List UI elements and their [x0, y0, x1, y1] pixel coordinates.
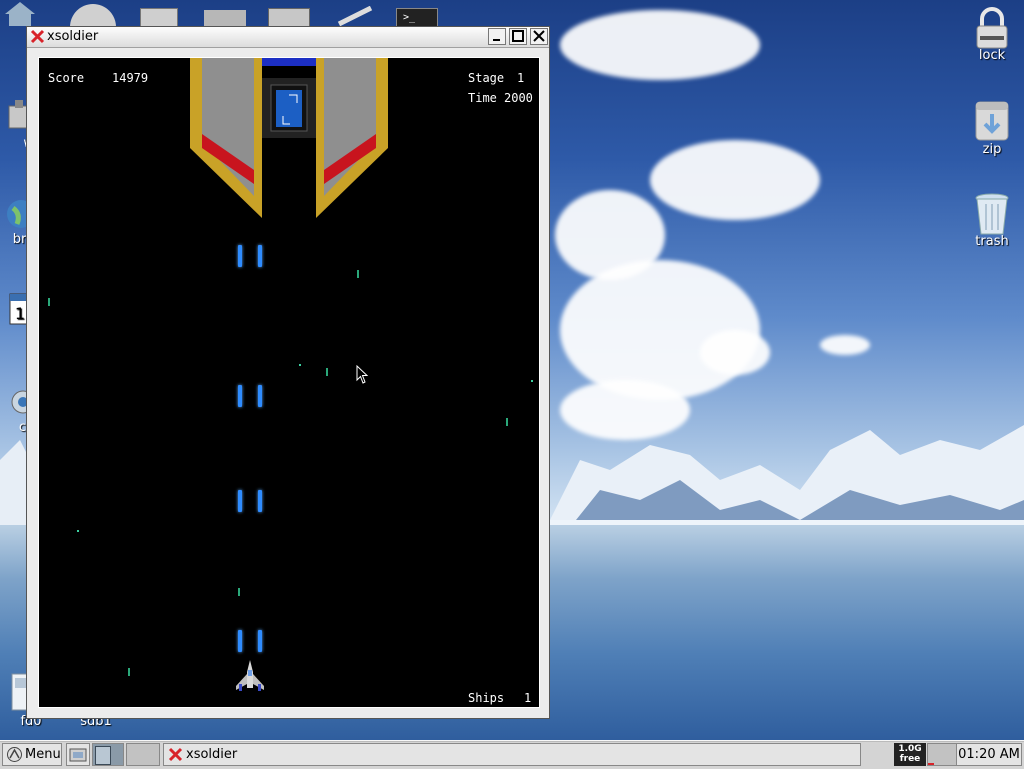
- laser-beam: [238, 385, 242, 407]
- cpu-monitor: [927, 743, 957, 766]
- debris: [48, 298, 50, 306]
- svg-text:1: 1: [15, 304, 25, 323]
- minimize-icon: [493, 39, 500, 41]
- time-label: Time: [468, 91, 497, 105]
- time-value: 2000: [504, 91, 533, 105]
- star: [531, 380, 533, 382]
- memory-line1: 1.0G: [898, 744, 922, 754]
- stage-label: Stage: [468, 71, 505, 85]
- cloud: [650, 140, 820, 220]
- laser-beam: [238, 490, 242, 512]
- show-desktop-button[interactable]: [92, 743, 124, 766]
- memory-monitor: 1.0G free: [894, 743, 926, 766]
- cloud: [700, 330, 770, 375]
- maximize-button[interactable]: [509, 28, 527, 45]
- trash-icon: [972, 192, 1012, 235]
- xsoldier-task-icon: [168, 747, 183, 762]
- star: [299, 364, 301, 366]
- player-ship: [236, 660, 264, 691]
- desktop-icon-trash[interactable]: trash: [962, 192, 1022, 249]
- cloud: [820, 335, 870, 355]
- laser-beam: [238, 630, 242, 652]
- lock-icon: [972, 6, 1012, 49]
- close-button[interactable]: [530, 28, 548, 45]
- monitor-icon[interactable]: [268, 8, 310, 28]
- boss-ship: [190, 58, 388, 218]
- star: [77, 530, 79, 532]
- mouse-cursor-icon: [356, 365, 369, 384]
- clock[interactable]: 01:20 AM: [956, 743, 1022, 766]
- cpu-bar: [928, 763, 934, 765]
- menu-icon: [7, 747, 22, 762]
- edit-icon[interactable]: [335, 5, 377, 27]
- cloud: [560, 10, 760, 80]
- debris: [326, 368, 328, 376]
- debris: [238, 588, 240, 596]
- laser-beam: [238, 245, 242, 267]
- workspace-icon: [95, 746, 111, 765]
- taskbar: Menu xsoldier 1.0G free 01:20 AM: [0, 740, 1024, 769]
- debris: [128, 668, 130, 676]
- maximize-icon: [512, 30, 524, 42]
- xsoldier-window: xsoldier Score 14979 Stage 1 Time 2000 S…: [26, 26, 550, 719]
- xsoldier-app-icon: [30, 29, 45, 44]
- ships-value: 1: [524, 691, 532, 705]
- menu-label: Menu: [25, 747, 61, 762]
- zip-icon: [972, 100, 1012, 141]
- laser-beam: [258, 385, 262, 407]
- laser-beam: [258, 490, 262, 512]
- desktop-icon-zip[interactable]: zip: [962, 100, 1022, 157]
- window-titlebar[interactable]: xsoldier: [27, 27, 549, 48]
- ships-label: Ships: [468, 691, 505, 705]
- score-label: Score: [48, 71, 85, 85]
- game-canvas[interactable]: Score 14979 Stage 1 Time 2000 Ships 1: [38, 57, 540, 708]
- close-icon: [533, 30, 545, 42]
- desktop-icon-home[interactable]: [0, 0, 40, 28]
- desktop-icon-label: zip: [982, 142, 1002, 157]
- minimize-button[interactable]: [488, 28, 506, 45]
- menu-button[interactable]: Menu: [2, 743, 62, 766]
- drive-icon[interactable]: [140, 8, 178, 28]
- task-label: xsoldier: [186, 747, 238, 762]
- laser-beam: [258, 630, 262, 652]
- home-icon: [5, 0, 35, 26]
- laser-beam: [258, 245, 262, 267]
- workspace-switcher[interactable]: [126, 743, 160, 766]
- score-value: 14979: [112, 71, 149, 85]
- desktop-icon-lock[interactable]: lock: [962, 6, 1022, 63]
- package-icon[interactable]: [204, 10, 246, 26]
- stage-value: 1: [517, 71, 525, 85]
- task-xsoldier[interactable]: xsoldier: [163, 743, 861, 766]
- memory-line2: free: [899, 754, 921, 764]
- quick-launch-button[interactable]: [66, 743, 90, 766]
- debris: [506, 418, 508, 426]
- debris: [357, 270, 359, 278]
- desktop-icon-label: lock: [978, 48, 1006, 63]
- launcher-icon: [69, 748, 87, 762]
- terminal-icon[interactable]: >_: [396, 8, 438, 28]
- window-title: xsoldier: [47, 29, 99, 44]
